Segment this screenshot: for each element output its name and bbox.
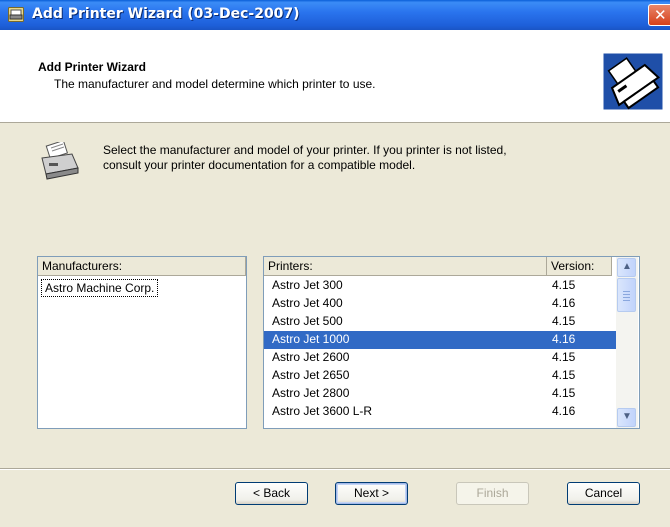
printer-name: Astro Jet 2800 [272, 386, 350, 400]
instruction-line-2: consult your printer documentation for a… [103, 158, 416, 172]
next-button[interactable]: Next > [335, 482, 408, 505]
finish-button[interactable]: Finish [456, 482, 529, 505]
table-row[interactable]: Astro Jet 3600 L-R 4.16 [264, 403, 616, 421]
printer-name: Astro Jet 2600 [272, 350, 350, 364]
printer-version: 4.15 [552, 386, 576, 400]
printer-name: Astro Jet 3600 L-R [272, 404, 373, 418]
manufacturers-column-header[interactable]: Manufacturers: [38, 257, 246, 276]
header-subtitle: The manufacturer and model determine whi… [54, 77, 376, 91]
table-row-selected[interactable]: Astro Jet 1000 4.16 [264, 331, 616, 349]
printer-version: 4.15 [552, 368, 576, 382]
printer-version: 4.16 [552, 332, 576, 346]
printers-column-header[interactable]: Printers: [264, 257, 547, 276]
printer-name: Astro Jet 400 [272, 296, 343, 310]
table-row[interactable]: Astro Jet 500 4.15 [264, 313, 616, 331]
printer-name: Astro Jet 300 [272, 278, 343, 292]
close-button[interactable]: ✕ [648, 4, 670, 26]
version-column-header[interactable]: Version: [547, 257, 612, 276]
manufacturers-list[interactable]: Manufacturers: Astro Machine Corp. [37, 256, 247, 429]
table-row[interactable]: Astro Jet 2650 4.15 [264, 367, 616, 385]
back-button[interactable]: < Back [235, 482, 308, 505]
scroll-down-button[interactable]: ▼ [617, 408, 636, 427]
instruction-line-1: Select the manufacturer and model of you… [103, 143, 507, 157]
instruction-text: Select the manufacturer and model of you… [103, 143, 623, 173]
vertical-scrollbar[interactable]: ▲ ▼ [616, 257, 638, 428]
scroll-up-button[interactable]: ▲ [617, 258, 636, 277]
scrollbar-thumb[interactable] [617, 278, 636, 312]
title-bar[interactable]: Add Printer Wizard (03-Dec-2007) ✕ [0, 0, 670, 30]
printer-version: 4.15 [552, 314, 576, 328]
table-row[interactable]: Astro Jet 400 4.16 [264, 295, 616, 313]
list-item[interactable]: Astro Machine Corp. [41, 279, 159, 297]
printer-version: 4.15 [552, 350, 576, 364]
wizard-header: Add Printer Wizard The manufacturer and … [0, 30, 670, 123]
printer-name: Astro Jet 2650 [272, 368, 350, 382]
close-icon: ✕ [654, 6, 667, 24]
printer-version: 4.15 [552, 278, 576, 292]
printers-list[interactable]: Printers: Version: Astro Jet 300 4.15 As… [263, 256, 640, 429]
header-title: Add Printer Wizard [38, 60, 146, 74]
printer-wizard-icon [8, 7, 24, 22]
chevron-down-icon: ▼ [622, 411, 632, 422]
table-row[interactable]: Astro Jet 300 4.15 [264, 277, 616, 295]
printer-name: Astro Jet 1000 [272, 332, 350, 346]
cancel-button[interactable]: Cancel [567, 482, 640, 505]
chevron-up-icon: ▲ [622, 261, 632, 272]
printer-name: Astro Jet 500 [272, 314, 343, 328]
printer-icon [603, 53, 663, 110]
window-title: Add Printer Wizard (03-Dec-2007) [32, 6, 300, 22]
divider [0, 468, 670, 470]
table-row[interactable]: Astro Jet 2800 4.15 [264, 385, 616, 403]
add-printer-wizard-window: Add Printer Wizard (03-Dec-2007) ✕ Add P… [0, 0, 670, 527]
printer-icon [41, 142, 79, 180]
table-row[interactable]: Astro Jet 2600 4.15 [264, 349, 616, 367]
printer-version: 4.16 [552, 404, 576, 418]
printer-version: 4.16 [552, 296, 576, 310]
